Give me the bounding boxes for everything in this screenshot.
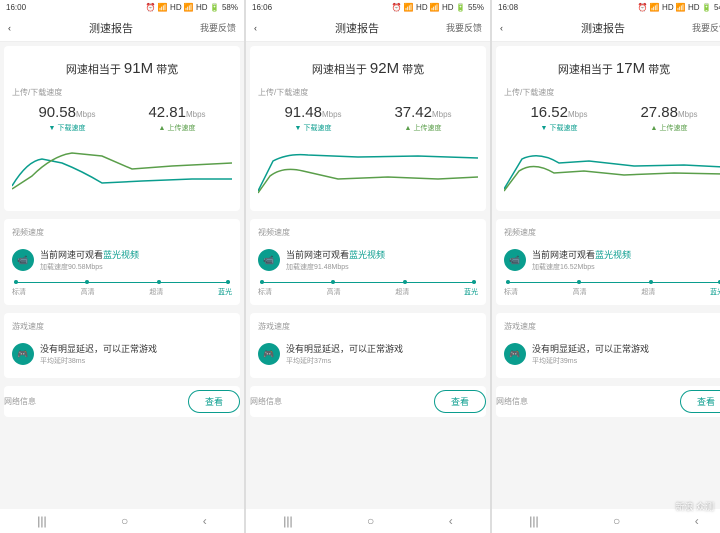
download-speed: 16.52Mbps▼下载速度 bbox=[530, 104, 587, 133]
back-icon[interactable]: ‹ bbox=[8, 23, 22, 33]
speed-chart bbox=[258, 141, 478, 201]
nav-back[interactable]: ‹ bbox=[695, 514, 699, 528]
feedback-link[interactable]: 我要反馈 bbox=[446, 21, 482, 34]
game-subtitle: 平均延时39ms bbox=[532, 356, 720, 366]
video-subtitle: 加载速度90.58Mbps bbox=[40, 262, 232, 272]
video-title: 当前网速可观看蓝光视频 bbox=[532, 248, 720, 261]
network-card: 网络信息 查看 bbox=[250, 386, 486, 417]
network-label: 网络信息 bbox=[250, 396, 282, 407]
game-subtitle: 平均延时37ms bbox=[286, 356, 478, 366]
feedback-link[interactable]: 我要反馈 bbox=[692, 21, 720, 34]
page-title: 测速报告 bbox=[268, 20, 446, 36]
summary: 网速相当于 17M 带宽 bbox=[504, 54, 720, 87]
time: 16:08 bbox=[498, 3, 518, 12]
header: ‹ 测速报告 我要反馈 bbox=[492, 14, 720, 42]
video-icon: 📹 bbox=[258, 249, 280, 271]
game-title: 没有明显延迟，可以正常游戏 bbox=[40, 342, 232, 355]
phone-screen-2: 16:08 ⏰ 📶 HD 📶 HD 🔋 54% ‹ 测速报告 我要反馈 网速相当于… bbox=[492, 0, 720, 533]
page-title: 测速报告 bbox=[22, 20, 200, 36]
status-icons: ⏰ 📶 HD 📶 HD 🔋 58% bbox=[146, 3, 238, 12]
status-bar: 16:08 ⏰ 📶 HD 📶 HD 🔋 54% bbox=[492, 0, 720, 14]
video-card: 视频速度 📹 当前网速可观看蓝光视频加载速度90.58Mbps 标清高清超清蓝光 bbox=[4, 219, 240, 305]
upload-speed: 27.88Mbps▲上传速度 bbox=[640, 104, 697, 133]
game-sub: 游戏速度 bbox=[12, 321, 232, 332]
video-title: 当前网速可观看蓝光视频 bbox=[286, 248, 478, 261]
video-icon: 📹 bbox=[504, 249, 526, 271]
quality-bar: 标清高清超清蓝光 bbox=[258, 282, 478, 297]
phone-screen-0: 16:00 ⏰ 📶 HD 📶 HD 🔋 58% ‹ 测速报告 我要反馈 网速相当于… bbox=[0, 0, 246, 533]
video-sub: 视频速度 bbox=[504, 227, 720, 238]
upload-speed: 42.81Mbps▲上传速度 bbox=[148, 104, 205, 133]
nav-back[interactable]: ‹ bbox=[203, 514, 207, 528]
game-card: 游戏速度 🎮 没有明显延迟，可以正常游戏平均延时38ms bbox=[4, 313, 240, 378]
network-card: 网络信息 查看 bbox=[496, 386, 720, 417]
video-card: 视频速度 📹 当前网速可观看蓝光视频加载速度91.48Mbps 标清高清超清蓝光 bbox=[250, 219, 486, 305]
speed-card: 网速相当于 91M 带宽 上传/下载速度 90.58Mbps▼下载速度 42.8… bbox=[4, 46, 240, 211]
header: ‹ 测速报告 我要反馈 bbox=[246, 14, 490, 42]
nav-home[interactable]: ○ bbox=[121, 514, 128, 528]
back-icon[interactable]: ‹ bbox=[500, 23, 514, 33]
nav-recent[interactable]: ||| bbox=[529, 514, 538, 528]
status-icons: ⏰ 📶 HD 📶 HD 🔋 55% bbox=[392, 3, 484, 12]
network-label: 网络信息 bbox=[496, 396, 528, 407]
summary: 网速相当于 92M 带宽 bbox=[258, 54, 478, 87]
game-title: 没有明显延迟，可以正常游戏 bbox=[286, 342, 478, 355]
game-icon: 🎮 bbox=[504, 343, 526, 365]
speed-card: 网速相当于 17M 带宽 上传/下载速度 16.52Mbps▼下载速度 27.8… bbox=[496, 46, 720, 211]
view-button[interactable]: 查看 bbox=[434, 390, 486, 413]
back-icon[interactable]: ‹ bbox=[254, 23, 268, 33]
nav-recent[interactable]: ||| bbox=[37, 514, 46, 528]
speed-sub: 上传/下载速度 bbox=[258, 87, 478, 98]
speed-sub: 上传/下载速度 bbox=[12, 87, 232, 98]
status-bar: 16:00 ⏰ 📶 HD 📶 HD 🔋 58% bbox=[0, 0, 244, 14]
game-title: 没有明显延迟，可以正常游戏 bbox=[532, 342, 720, 355]
speed-chart bbox=[504, 141, 720, 201]
video-sub: 视频速度 bbox=[12, 227, 232, 238]
speed-card: 网速相当于 92M 带宽 上传/下载速度 91.48Mbps▼下载速度 37.4… bbox=[250, 46, 486, 211]
summary: 网速相当于 91M 带宽 bbox=[12, 54, 232, 87]
game-card: 游戏速度 🎮 没有明显延迟，可以正常游戏平均延时39ms bbox=[496, 313, 720, 378]
nav-home[interactable]: ○ bbox=[613, 514, 620, 528]
game-icon: 🎮 bbox=[258, 343, 280, 365]
header: ‹ 测速报告 我要反馈 bbox=[0, 14, 244, 42]
download-speed: 90.58Mbps▼下载速度 bbox=[38, 104, 95, 133]
nav-recent[interactable]: ||| bbox=[283, 514, 292, 528]
game-card: 游戏速度 🎮 没有明显延迟，可以正常游戏平均延时37ms bbox=[250, 313, 486, 378]
video-icon: 📹 bbox=[12, 249, 34, 271]
upload-speed: 37.42Mbps▲上传速度 bbox=[394, 104, 451, 133]
nav-bar: ||| ○ ‹ bbox=[246, 509, 490, 533]
video-subtitle: 加载速度16.52Mbps bbox=[532, 262, 720, 272]
network-label: 网络信息 bbox=[4, 396, 36, 407]
time: 16:00 bbox=[6, 3, 26, 12]
nav-home[interactable]: ○ bbox=[367, 514, 374, 528]
nav-bar: ||| ○ ‹ bbox=[0, 509, 244, 533]
phone-screen-1: 16:06 ⏰ 📶 HD 📶 HD 🔋 55% ‹ 测速报告 我要反馈 网速相当于… bbox=[246, 0, 492, 533]
speed-chart bbox=[12, 141, 232, 201]
status-icons: ⏰ 📶 HD 📶 HD 🔋 54% bbox=[638, 3, 720, 12]
quality-bar: 标清高清超清蓝光 bbox=[504, 282, 720, 297]
video-subtitle: 加载速度91.48Mbps bbox=[286, 262, 478, 272]
game-icon: 🎮 bbox=[12, 343, 34, 365]
download-speed: 91.48Mbps▼下载速度 bbox=[284, 104, 341, 133]
speed-sub: 上传/下载速度 bbox=[504, 87, 720, 98]
time: 16:06 bbox=[252, 3, 272, 12]
game-subtitle: 平均延时38ms bbox=[40, 356, 232, 366]
game-sub: 游戏速度 bbox=[504, 321, 720, 332]
status-bar: 16:06 ⏰ 📶 HD 📶 HD 🔋 55% bbox=[246, 0, 490, 14]
game-sub: 游戏速度 bbox=[258, 321, 478, 332]
feedback-link[interactable]: 我要反馈 bbox=[200, 21, 236, 34]
network-card: 网络信息 查看 bbox=[4, 386, 240, 417]
watermark: 新浪 众测 bbox=[675, 502, 714, 513]
nav-back[interactable]: ‹ bbox=[449, 514, 453, 528]
video-title: 当前网速可观看蓝光视频 bbox=[40, 248, 232, 261]
video-sub: 视频速度 bbox=[258, 227, 478, 238]
page-title: 测速报告 bbox=[514, 20, 692, 36]
view-button[interactable]: 查看 bbox=[680, 390, 720, 413]
quality-bar: 标清高清超清蓝光 bbox=[12, 282, 232, 297]
view-button[interactable]: 查看 bbox=[188, 390, 240, 413]
video-card: 视频速度 📹 当前网速可观看蓝光视频加载速度16.52Mbps 标清高清超清蓝光 bbox=[496, 219, 720, 305]
